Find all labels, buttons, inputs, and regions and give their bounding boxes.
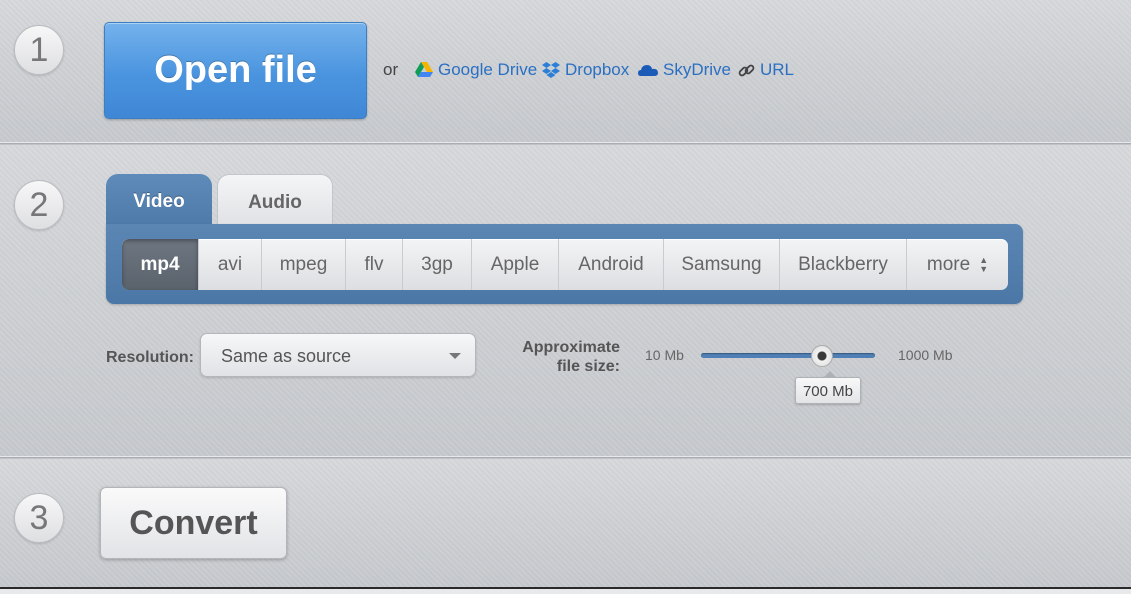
open-file-button[interactable]: Open file xyxy=(104,22,367,119)
file-size-min: 10 Mb xyxy=(645,347,684,363)
skydrive-link[interactable]: SkyDrive xyxy=(638,60,731,80)
google-drive-icon xyxy=(415,62,433,77)
url-link[interactable]: URL xyxy=(738,60,794,80)
format-flv[interactable]: flv xyxy=(346,239,403,290)
resolution-value: Same as source xyxy=(221,346,352,366)
format-avi[interactable]: avi xyxy=(199,239,262,290)
resolution-select[interactable]: Same as source xyxy=(200,333,476,377)
format-mp4[interactable]: mp4 xyxy=(122,239,199,290)
google-drive-link[interactable]: Google Drive xyxy=(415,60,537,80)
format-list: mp4 avi mpeg flv 3gp Apple Android Samsu… xyxy=(122,239,1008,290)
skydrive-label: SkyDrive xyxy=(663,60,732,79)
google-drive-label: Google Drive xyxy=(438,60,538,79)
dropbox-label: Dropbox xyxy=(565,60,630,79)
up-down-arrows-icon: ▲ ▼ xyxy=(979,254,989,274)
open-file-section: 1 Open file or Google Drive Dropbox SkyD… xyxy=(0,0,1131,144)
convert-button[interactable]: Convert xyxy=(100,487,287,559)
step-2-badge: 2 xyxy=(14,180,64,230)
format-more-label: more xyxy=(926,254,971,275)
file-size-label: Approximate file size: xyxy=(516,338,620,376)
format-3gp[interactable]: 3gp xyxy=(403,239,472,290)
format-apple[interactable]: Apple xyxy=(472,239,559,290)
bottom-edge xyxy=(0,587,1131,594)
format-panel: mp4 avi mpeg flv 3gp Apple Android Samsu… xyxy=(106,224,1023,304)
file-size-label-line2: file size: xyxy=(556,358,620,375)
step-3-badge: 3 xyxy=(14,493,64,543)
file-size-slider-track[interactable] xyxy=(701,353,875,358)
file-size-tooltip: 700 Mb xyxy=(795,371,861,404)
skydrive-icon xyxy=(638,65,658,76)
link-icon xyxy=(738,64,755,76)
file-size-label-line1: Approximate xyxy=(522,339,620,356)
format-mpeg[interactable]: mpeg xyxy=(262,239,346,290)
tab-video[interactable]: Video xyxy=(106,174,212,226)
resolution-label: Resolution: xyxy=(106,349,194,366)
format-blackberry[interactable]: Blackberry xyxy=(780,239,907,290)
format-more[interactable]: more ▲ ▼ xyxy=(907,239,1008,290)
dropbox-icon xyxy=(542,61,560,78)
dropbox-link[interactable]: Dropbox xyxy=(542,60,629,80)
url-label: URL xyxy=(760,60,795,79)
tab-audio[interactable]: Audio xyxy=(217,174,333,227)
or-text: or xyxy=(383,60,399,79)
format-samsung[interactable]: Samsung xyxy=(664,239,780,290)
file-size-max: 1000 Mb xyxy=(898,347,953,363)
format-android[interactable]: Android xyxy=(559,239,664,290)
chevron-down-icon xyxy=(449,353,461,359)
step-1-badge: 1 xyxy=(14,25,64,75)
